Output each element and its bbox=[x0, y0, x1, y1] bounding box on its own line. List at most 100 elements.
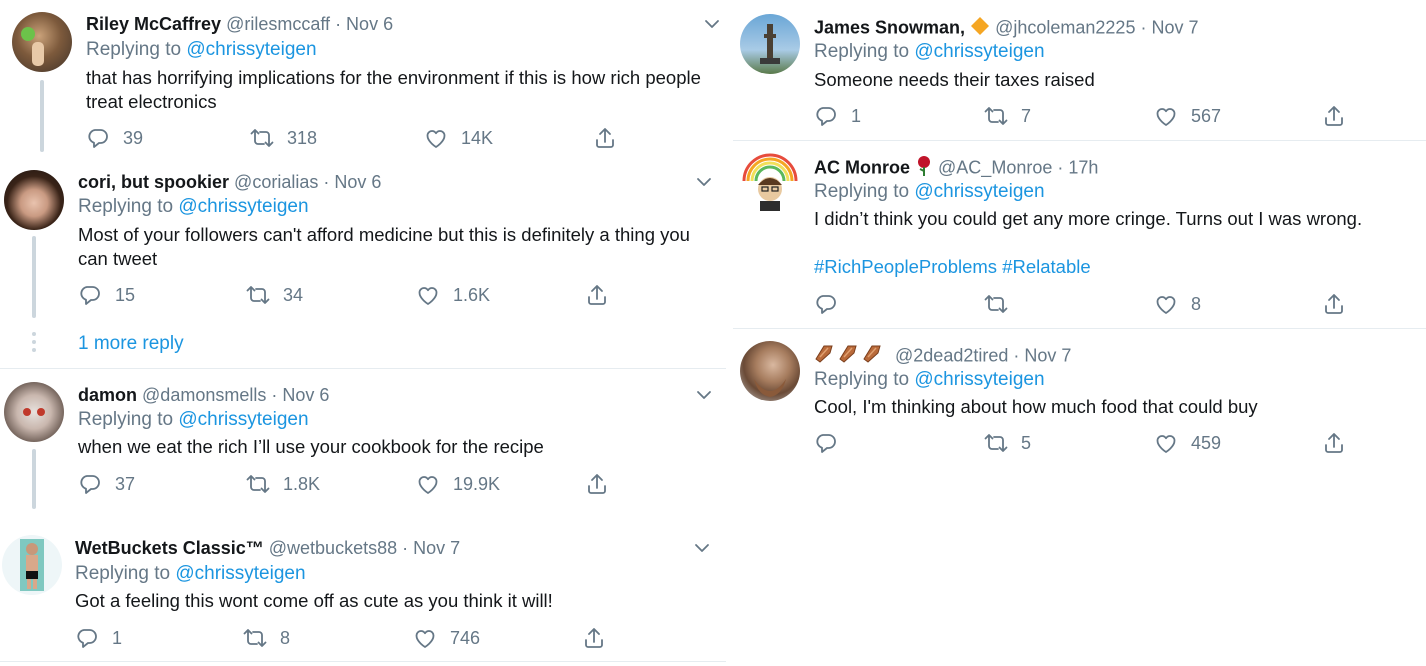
avatar[interactable] bbox=[4, 170, 64, 230]
timestamp[interactable]: · Nov 6 bbox=[271, 385, 329, 405]
retweet-button[interactable]: 7 bbox=[984, 102, 1031, 130]
tweet-card[interactable]: damon @damonsmells · Nov 6 Replying to @… bbox=[0, 369, 726, 519]
display-name[interactable]: damon bbox=[78, 385, 137, 405]
retweet-button[interactable]: 5 bbox=[984, 429, 1031, 457]
handle[interactable]: @rilesmccaff bbox=[226, 14, 330, 34]
replying-to: Replying to @chrissyteigen bbox=[814, 40, 1045, 64]
avatar[interactable] bbox=[12, 12, 72, 72]
replying-label: Replying to bbox=[75, 563, 171, 584]
action-bar: 15 34 1.6K bbox=[78, 281, 618, 309]
display-name[interactable]: WetBuckets Classic™ bbox=[75, 538, 264, 558]
display-name[interactable]: Riley McCaffrey bbox=[86, 14, 221, 34]
share-button[interactable] bbox=[593, 124, 617, 152]
display-name[interactable]: cori, but spookier bbox=[78, 172, 229, 192]
heart-icon bbox=[424, 126, 448, 150]
chevron-down-icon[interactable] bbox=[694, 385, 714, 405]
timestamp[interactable]: · Nov 7 bbox=[1140, 17, 1198, 37]
replying-to: Replying to @chrissyteigen bbox=[814, 368, 1045, 392]
display-name[interactable]: AC Monroe bbox=[814, 157, 910, 177]
handle[interactable]: @2dead2tired bbox=[895, 345, 1008, 365]
reply-count: 39 bbox=[123, 127, 144, 148]
mention-link[interactable]: @chrissyteigen bbox=[175, 563, 305, 584]
tweet-header: James Snowman, @jhcoleman2225 · Nov 7 bbox=[814, 16, 1199, 41]
share-button[interactable] bbox=[1322, 102, 1346, 130]
tweet-text: Cool, I'm thinking about how much food t… bbox=[814, 396, 1258, 417]
display-name[interactable]: James Snowman, bbox=[814, 17, 965, 37]
mention-link[interactable]: @chrissyteigen bbox=[178, 196, 308, 217]
handle[interactable]: @jhcoleman2225 bbox=[995, 17, 1135, 37]
like-button[interactable]: 19.9K bbox=[416, 470, 500, 498]
mention-link[interactable]: @chrissyteigen bbox=[178, 409, 308, 430]
handle[interactable]: @corialias bbox=[234, 172, 318, 192]
reply-button[interactable]: 1 bbox=[75, 624, 122, 652]
reply-button[interactable] bbox=[814, 290, 851, 318]
retweet-count: 5 bbox=[1021, 432, 1032, 453]
like-button[interactable]: 746 bbox=[413, 624, 480, 652]
handle[interactable]: @AC_Monroe bbox=[938, 157, 1052, 177]
tweet-card[interactable]: cori, but spookier @corialias · Nov 6 Re… bbox=[0, 160, 726, 318]
share-button[interactable] bbox=[585, 281, 609, 309]
mention-link[interactable]: @chrissyteigen bbox=[186, 39, 316, 60]
timestamp[interactable]: · Nov 7 bbox=[402, 538, 460, 558]
timestamp[interactable]: · 17h bbox=[1057, 157, 1098, 177]
retweet-button[interactable]: 34 bbox=[246, 281, 303, 309]
handle[interactable]: @wetbuckets88 bbox=[269, 538, 397, 558]
tweet-card[interactable]: @2dead2tired · Nov 7 Replying to @chriss… bbox=[733, 329, 1426, 469]
reply-button[interactable]: 37 bbox=[78, 470, 135, 498]
tweet-card[interactable]: AC Monroe @AC_Monroe · 17h Replying to @… bbox=[733, 141, 1426, 328]
action-bar: 39 318 14K bbox=[86, 124, 626, 152]
share-button[interactable] bbox=[585, 470, 609, 498]
chevron-down-icon[interactable] bbox=[702, 14, 722, 34]
mention-link[interactable]: @chrissyteigen bbox=[914, 181, 1044, 202]
mention-link[interactable]: @chrissyteigen bbox=[914, 369, 1044, 390]
reply-button[interactable]: 39 bbox=[86, 124, 143, 152]
retweet-icon bbox=[984, 104, 1008, 128]
hashtag-links[interactable]: #RichPeopleProblems #Relatable bbox=[814, 255, 1414, 279]
action-bar: 8 bbox=[814, 290, 1354, 318]
retweet-icon bbox=[243, 626, 267, 650]
retweet-button[interactable]: 8 bbox=[243, 624, 290, 652]
reply-button[interactable]: 1 bbox=[814, 102, 861, 130]
avatar[interactable] bbox=[740, 341, 800, 401]
tweet-card[interactable]: Riley McCaffrey @rilesmccaff · Nov 6 Rep… bbox=[0, 0, 726, 160]
like-button[interactable]: 8 bbox=[1154, 290, 1201, 318]
like-button[interactable]: 567 bbox=[1154, 102, 1221, 130]
timestamp[interactable]: · Nov 6 bbox=[323, 172, 381, 192]
mention-link[interactable]: @chrissyteigen bbox=[914, 41, 1044, 62]
heart-icon bbox=[413, 626, 437, 650]
tweet-card[interactable]: James Snowman, @jhcoleman2225 · Nov 7 Re… bbox=[733, 0, 1426, 140]
reply-button[interactable]: 15 bbox=[78, 281, 135, 309]
tweet-header: Riley McCaffrey @rilesmccaff · Nov 6 bbox=[86, 13, 393, 35]
timestamp[interactable]: · Nov 7 bbox=[1013, 345, 1071, 365]
thread-dots bbox=[32, 332, 36, 356]
thread-line bbox=[40, 80, 44, 152]
like-button[interactable]: 1.6K bbox=[416, 281, 490, 309]
tweet-card[interactable]: WetBuckets Classic™ @wetbuckets88 · Nov … bbox=[0, 522, 726, 666]
avatar[interactable] bbox=[740, 14, 800, 74]
tweet-header: cori, but spookier @corialias · Nov 6 bbox=[78, 171, 381, 193]
avatar[interactable] bbox=[4, 382, 64, 442]
reply-icon bbox=[75, 626, 99, 650]
handle[interactable]: @damonsmells bbox=[142, 385, 266, 405]
avatar[interactable] bbox=[740, 153, 800, 213]
share-button[interactable] bbox=[1322, 290, 1346, 318]
like-button[interactable]: 14K bbox=[424, 124, 493, 152]
chevron-down-icon[interactable] bbox=[694, 172, 714, 192]
replying-label: Replying to bbox=[814, 41, 910, 62]
share-button[interactable] bbox=[1322, 429, 1346, 457]
more-replies-link[interactable]: 1 more reply bbox=[78, 333, 184, 355]
share-icon bbox=[593, 126, 617, 150]
rose-icon bbox=[915, 155, 933, 182]
retweet-button[interactable]: 1.8K bbox=[246, 470, 320, 498]
chevron-down-icon[interactable] bbox=[692, 538, 712, 558]
avatar[interactable] bbox=[2, 535, 62, 595]
retweet-button[interactable]: 318 bbox=[250, 124, 317, 152]
like-button[interactable]: 459 bbox=[1154, 429, 1221, 457]
share-button[interactable] bbox=[582, 624, 606, 652]
coffin-icon bbox=[839, 345, 857, 363]
share-icon bbox=[1322, 431, 1346, 455]
reply-button[interactable] bbox=[814, 429, 851, 457]
timestamp[interactable]: · Nov 6 bbox=[335, 14, 393, 34]
retweet-button[interactable] bbox=[984, 290, 1021, 318]
replying-label: Replying to bbox=[814, 181, 910, 202]
